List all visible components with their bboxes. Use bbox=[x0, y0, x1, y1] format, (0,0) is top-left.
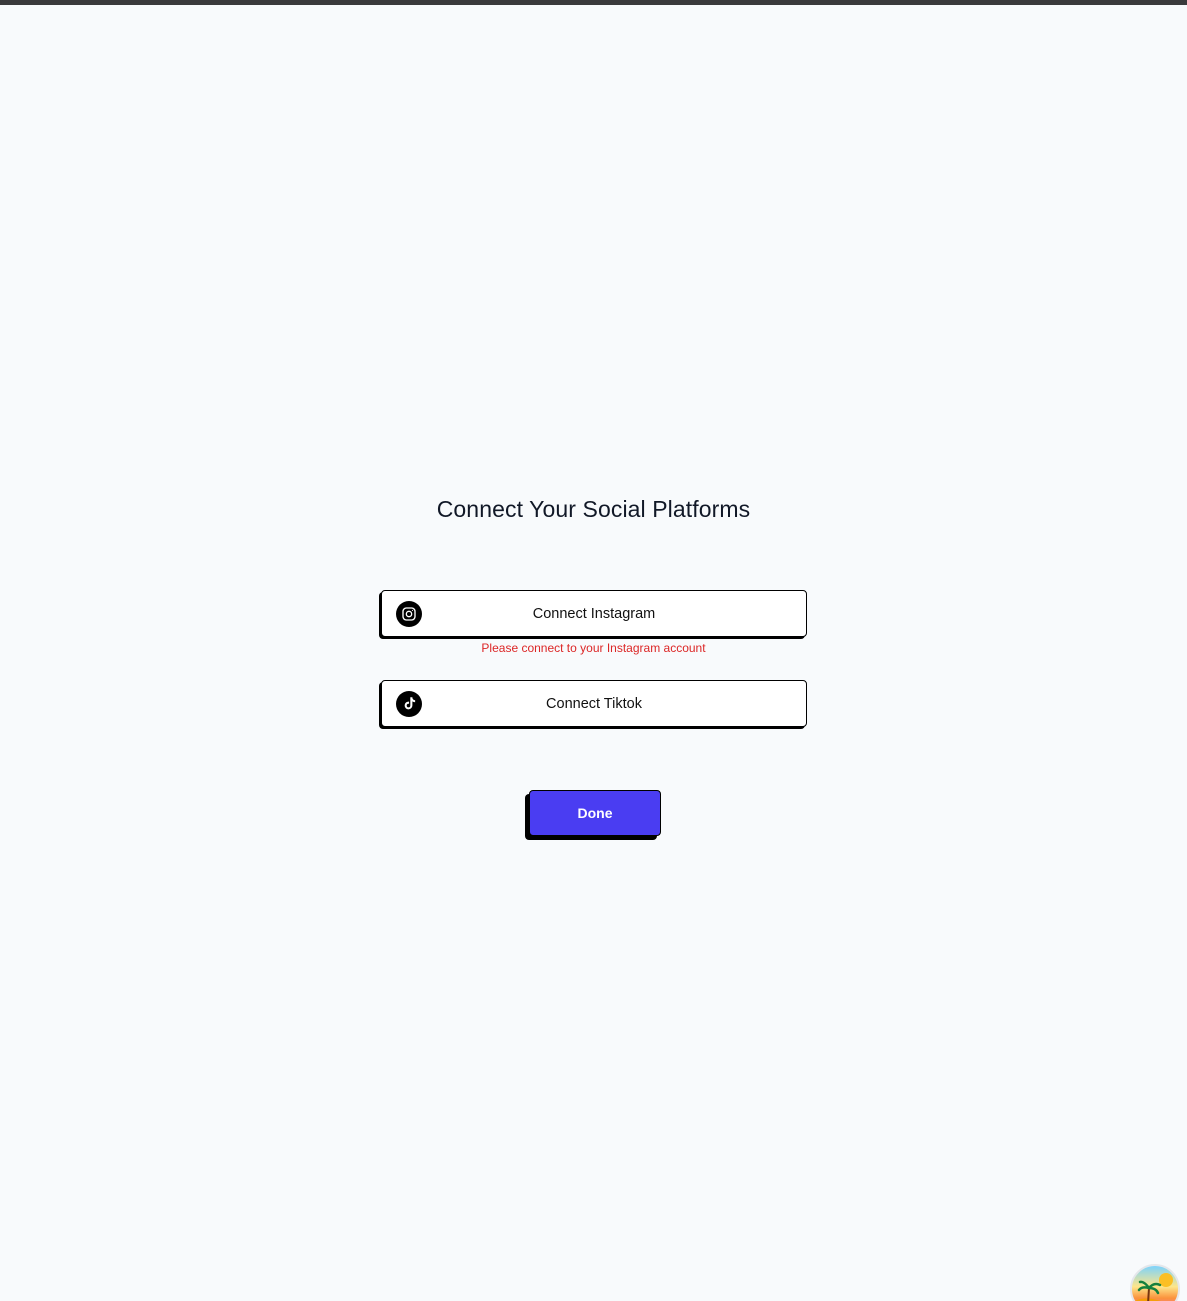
instagram-error-message: Please connect to your Instagram account bbox=[481, 641, 706, 655]
top-bar bbox=[0, 0, 1187, 5]
tiktok-icon bbox=[396, 690, 422, 717]
page-title: Connect Your Social Platforms bbox=[436, 496, 751, 522]
instagram-icon bbox=[396, 600, 422, 627]
connect-instagram-button[interactable]: Connect Instagram bbox=[381, 590, 807, 637]
done-button[interactable]: Done bbox=[529, 790, 661, 836]
connect-instagram-label: Connect Instagram bbox=[532, 605, 656, 622]
connect-tiktok-button[interactable]: Connect Tiktok bbox=[381, 680, 807, 727]
done-button-label: Done bbox=[577, 805, 613, 821]
connect-tiktok-label: Connect Tiktok bbox=[546, 695, 642, 712]
avatar[interactable] bbox=[1130, 1264, 1180, 1301]
